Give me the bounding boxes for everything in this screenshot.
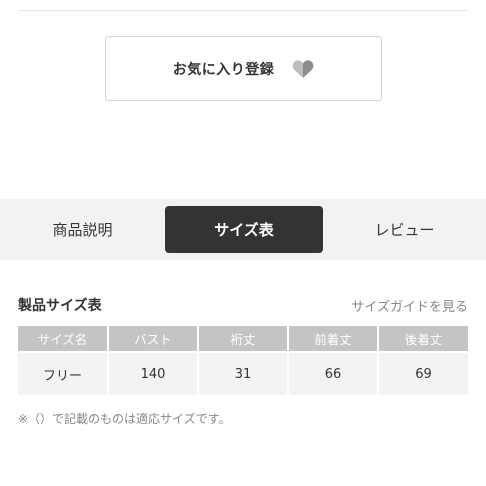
table-cell: 66	[288, 351, 379, 395]
column-header: 前着丈	[288, 326, 379, 352]
size-guide-link[interactable]: サイズガイドを見る	[351, 296, 468, 315]
heart-icon	[292, 59, 314, 78]
divider	[18, 10, 468, 11]
table-header-row: サイズ名 バスト 裄丈 前着丈 後着丈	[18, 326, 468, 352]
tab-product-description[interactable]: 商品説明	[0, 206, 165, 253]
table-cell: 69	[378, 351, 468, 395]
tab-reviews[interactable]: レビュー	[323, 206, 486, 253]
size-table: サイズ名 バスト 裄丈 前着丈 後着丈 フリー 140 31 66 69	[18, 326, 468, 395]
favorites-label: お気に入り登録	[172, 61, 275, 78]
size-note: ※（）で記載のものは適応サイズです。	[18, 412, 231, 426]
table-row: フリー 140 31 66 69	[18, 351, 468, 395]
table-cell: 31	[198, 351, 289, 395]
column-header: バスト	[108, 326, 199, 352]
tab-bar: 商品説明 サイズ表 レビュー	[0, 199, 486, 260]
tab-size-chart[interactable]: サイズ表	[165, 206, 323, 253]
add-to-favorites-button[interactable]: お気に入り登録	[105, 36, 382, 101]
column-header: 後着丈	[378, 326, 468, 352]
section-title: 製品サイズ表	[18, 298, 102, 314]
table-cell: フリー	[18, 351, 109, 395]
table-cell: 140	[108, 351, 199, 395]
column-header: サイズ名	[18, 326, 109, 352]
column-header: 裄丈	[198, 326, 289, 352]
